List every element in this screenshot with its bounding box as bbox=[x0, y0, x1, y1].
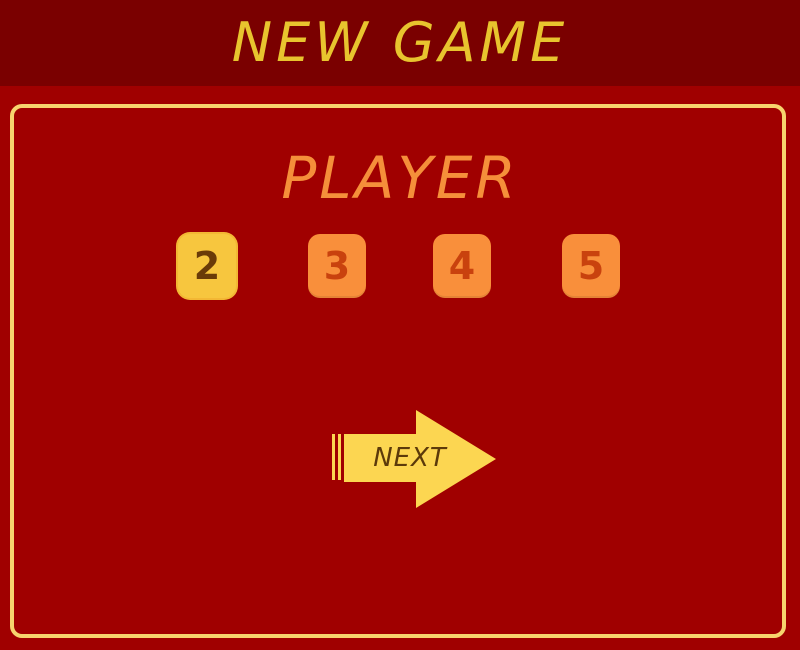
next-button[interactable]: NEXT bbox=[330, 410, 498, 508]
player-option-3[interactable]: 3 bbox=[308, 234, 366, 298]
page-title: NEW GAME bbox=[231, 11, 569, 74]
player-option-5[interactable]: 5 bbox=[562, 234, 620, 298]
player-count-label: PLAYER bbox=[281, 144, 519, 212]
player-option-4[interactable]: 4 bbox=[433, 234, 491, 298]
player-option-2[interactable]: 2 bbox=[178, 234, 236, 298]
next-label: NEXT bbox=[373, 443, 447, 473]
